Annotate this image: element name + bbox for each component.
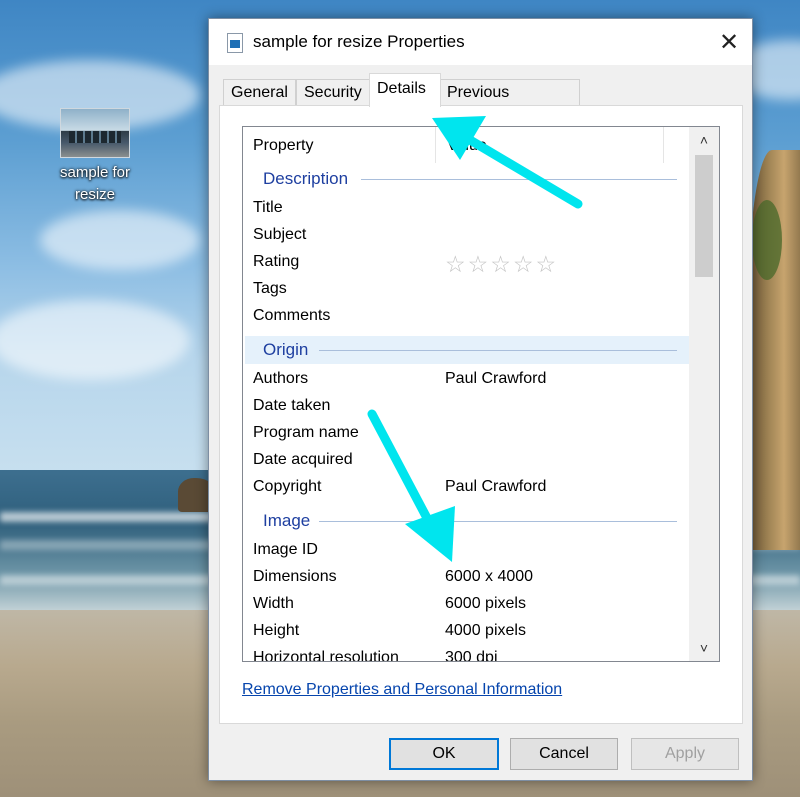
property-name: Dimensions [253, 568, 337, 585]
rating-stars-icon[interactable]: ☆☆☆☆☆ [445, 251, 558, 278]
dialog-title: sample for resize Properties [253, 32, 465, 51]
row-date-taken[interactable]: Date taken [253, 393, 689, 420]
details-panel: Property Value Description Title Subject… [219, 105, 743, 724]
group-label: Origin [263, 340, 309, 359]
desktop-file-icon[interactable]: sample for resize [40, 108, 150, 206]
column-divider[interactable] [435, 127, 436, 163]
row-horizontal-resolution[interactable]: Horizontal resolution 300 dpi [253, 645, 689, 662]
image-file-icon [227, 33, 243, 53]
row-date-acquired[interactable]: Date acquired [253, 447, 689, 474]
property-value: 6000 pixels [445, 595, 526, 612]
group-label: Description [263, 169, 349, 188]
title-bar[interactable]: sample for resize Properties ✕ [209, 19, 752, 65]
cliff-vegetation [752, 200, 782, 280]
property-name: Copyright [253, 478, 322, 495]
vertical-scrollbar[interactable]: ˄ ˅ [689, 127, 719, 661]
properties-dialog: sample for resize Properties ✕ General S… [208, 18, 753, 781]
row-tags[interactable]: Tags [253, 276, 689, 303]
column-header-property[interactable]: Property [253, 137, 313, 155]
property-name: Height [253, 622, 300, 639]
close-icon: ✕ [718, 28, 740, 56]
row-image-id[interactable]: Image ID [253, 537, 689, 564]
property-list[interactable]: Property Value Description Title Subject… [242, 126, 720, 662]
row-comments[interactable]: Comments [253, 303, 689, 330]
property-name: Width [253, 595, 294, 612]
property-name: Date acquired [253, 451, 353, 468]
property-value: Paul Crawford [445, 478, 547, 495]
group-image[interactable]: Image [245, 507, 689, 535]
image-thumbnail-icon [60, 108, 130, 158]
group-divider [361, 179, 677, 180]
property-name: Tags [253, 280, 287, 297]
apply-button[interactable]: Apply [631, 738, 739, 770]
row-authors[interactable]: Authors Paul Crawford [253, 366, 689, 393]
tab-details[interactable]: Details [369, 73, 441, 107]
property-value: Paul Crawford [445, 370, 547, 387]
chevron-down-icon: ˅ [699, 640, 709, 656]
scroll-down-button[interactable]: ˅ [689, 635, 719, 661]
group-label: Image [263, 511, 311, 530]
close-button[interactable]: ✕ [709, 25, 749, 59]
property-value: 4000 pixels [445, 622, 526, 639]
property-name: Subject [253, 226, 307, 243]
group-divider [319, 521, 677, 522]
property-name: Image ID [253, 541, 318, 558]
row-width[interactable]: Width 6000 pixels [253, 591, 689, 618]
property-name: Horizontal resolution [253, 649, 399, 662]
row-subject[interactable]: Subject [253, 222, 689, 249]
group-description[interactable]: Description [245, 165, 689, 193]
property-name: Date taken [253, 397, 331, 414]
desktop-icon-label: sample for resize [59, 164, 131, 203]
group-divider [319, 350, 677, 351]
row-height[interactable]: Height 4000 pixels [253, 618, 689, 645]
tab-previous-versions[interactable]: Previous Versions [439, 79, 580, 127]
property-value: 6000 x 4000 [445, 568, 534, 585]
scroll-thumb[interactable] [695, 155, 713, 277]
property-name: Rating [253, 253, 300, 270]
tab-security[interactable]: Security [296, 79, 371, 106]
group-origin[interactable]: Origin [245, 336, 689, 364]
column-header-value[interactable]: Value [447, 137, 487, 155]
remove-properties-link[interactable]: Remove Properties and Personal Informati… [242, 681, 562, 699]
row-dimensions[interactable]: Dimensions 6000 x 4000 [253, 564, 689, 591]
property-name: Title [253, 199, 283, 216]
chevron-up-icon: ˄ [699, 132, 709, 148]
ok-button[interactable]: OK [389, 738, 499, 770]
row-program-name[interactable]: Program name [253, 420, 689, 447]
row-copyright[interactable]: Copyright Paul Crawford [253, 474, 689, 501]
row-rating[interactable]: Rating ☆☆☆☆☆ [253, 249, 689, 278]
column-divider[interactable] [663, 127, 664, 163]
property-name: Program name [253, 424, 359, 441]
tab-general[interactable]: General [223, 79, 296, 106]
row-title[interactable]: Title [253, 195, 689, 222]
list-header: Property Value [243, 127, 689, 163]
cloud [40, 210, 200, 270]
property-value: 300 dpi [445, 649, 498, 662]
property-name: Authors [253, 370, 309, 387]
scroll-up-button[interactable]: ˄ [689, 127, 719, 153]
property-name: Comments [253, 307, 331, 324]
cancel-button[interactable]: Cancel [510, 738, 618, 770]
